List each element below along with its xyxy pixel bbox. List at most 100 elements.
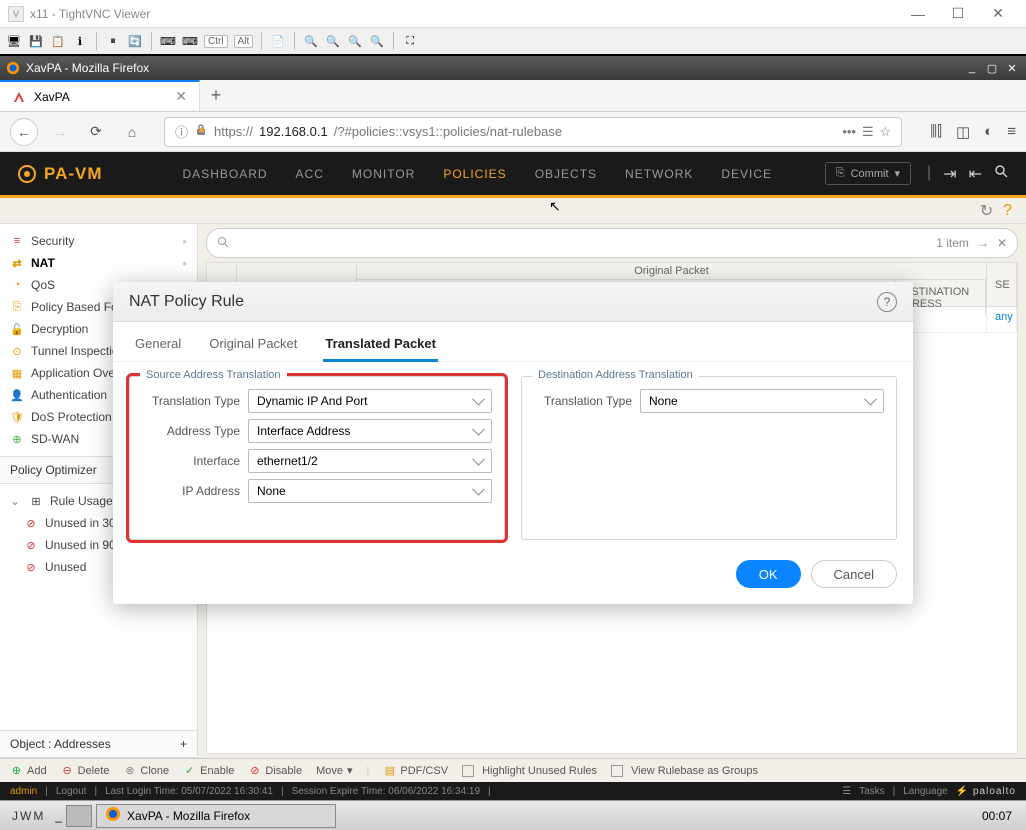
ff-maximize-button[interactable]: ▢ <box>984 62 1000 75</box>
config-icon[interactable]: ⇥ <box>943 164 956 184</box>
config2-icon[interactable]: ⇤ <box>969 164 982 184</box>
search-bar[interactable]: 1 item → ✕ <box>206 228 1018 258</box>
footer-language[interactable]: Language <box>903 786 948 797</box>
zoom-out-icon[interactable]: 🔍 <box>325 33 341 49</box>
zoom-auto-icon[interactable]: 🔍 <box>369 33 385 49</box>
sidebar-item-nat[interactable]: ⇄NAT● <box>0 252 197 274</box>
footer-tasks[interactable]: Tasks <box>859 786 885 797</box>
ff-minimize-button[interactable]: _ <box>964 62 980 74</box>
back-button[interactable]: ← <box>10 118 38 146</box>
tab-close-icon[interactable]: ✕ <box>175 88 187 105</box>
reload-button[interactable]: ⟳ <box>82 118 110 146</box>
menu-objects[interactable]: OBJECTS <box>535 167 597 181</box>
delete-button[interactable]: ⊖Delete <box>61 764 110 777</box>
add-icon[interactable]: + <box>180 737 187 751</box>
panos-topnav: PA-VM DASHBOARD ACC MONITOR POLICIES OBJ… <box>0 152 1026 198</box>
move-button[interactable]: Move▾ <box>316 764 352 777</box>
pbf-icon: ⎘ <box>10 300 24 314</box>
alt-key[interactable]: Alt <box>234 35 254 48</box>
tunnel-icon: ⊙ <box>10 344 24 358</box>
zoom-100-icon[interactable]: 🔍 <box>347 33 363 49</box>
header-original-packet: Original Packet <box>357 263 986 280</box>
page-actions-icon[interactable]: ••• <box>842 124 856 139</box>
vnc-titlebar: V x11 - TightVNC Viewer — ☐ ✕ <box>0 0 1026 28</box>
url-bar[interactable]: ⓘ https://192.168.0.1/?#policies::vsys1:… <box>164 117 902 147</box>
desktop-pager[interactable] <box>66 805 92 827</box>
menu-monitor[interactable]: MONITOR <box>352 167 415 181</box>
menu-dashboard[interactable]: DASHBOARD <box>183 167 268 181</box>
options-icon[interactable]: 📋 <box>50 33 66 49</box>
forward-button[interactable]: → <box>46 118 74 146</box>
help-icon[interactable]: ? <box>1003 202 1012 220</box>
highlight-unused-checkbox[interactable]: Highlight Unused Rules <box>462 765 597 777</box>
disable-button[interactable]: ⊘Disable <box>248 764 302 777</box>
bookmark-star-icon[interactable]: ☆ <box>880 124 892 140</box>
task-label: XavPA - Mozilla Firefox <box>127 809 250 823</box>
ok-button[interactable]: OK <box>736 560 801 588</box>
lock-warning-icon <box>194 123 208 140</box>
menu-policies[interactable]: POLICIES <box>443 167 506 181</box>
cancel-button[interactable]: Cancel <box>811 560 897 588</box>
maximize-button[interactable]: ☐ <box>938 4 978 24</box>
refresh-icon[interactable]: 🔄 <box>127 33 143 49</box>
refresh-icon[interactable]: ↻ <box>980 201 993 221</box>
sidebar-item-security[interactable]: ≡Security● <box>0 230 197 252</box>
menu-network[interactable]: NETWORK <box>625 167 693 181</box>
ff-close-button[interactable]: ✕ <box>1004 62 1020 75</box>
menu-device[interactable]: DEVICE <box>721 167 772 181</box>
add-button[interactable]: ⊕Add <box>10 764 47 777</box>
src-legend: Source Address Translation <box>140 369 287 381</box>
menu-acc[interactable]: ACC <box>296 167 324 181</box>
close-button[interactable]: ✕ <box>978 4 1018 24</box>
os-taskbar: JWM _ XavPA - Mozilla Firefox 00:07 <box>0 800 1026 830</box>
tab-translated-packet[interactable]: Translated Packet <box>323 330 438 361</box>
commit-button[interactable]: ⎘ Commit ▾ <box>825 162 911 185</box>
ctrl-key[interactable]: Ctrl <box>204 35 228 48</box>
pdf-icon: ▤ <box>383 764 396 777</box>
browser-tab[interactable]: XavPA ✕ <box>0 80 200 111</box>
zoom-in-icon[interactable]: 🔍 <box>303 33 319 49</box>
dst-translation-type-select[interactable]: None <box>640 389 884 413</box>
cad-icon[interactable]: ⌨ <box>160 33 176 49</box>
help-icon[interactable]: ? <box>877 292 897 312</box>
translation-type-select[interactable]: Dynamic IP And Port <box>248 389 492 413</box>
new-connection-icon[interactable]: 🖥 <box>6 33 22 49</box>
pdf-button[interactable]: ▤PDF/CSV <box>383 764 448 777</box>
menu-icon[interactable]: ≡ <box>1007 123 1016 140</box>
tab-general[interactable]: General <box>133 330 183 361</box>
taskbar-task-firefox[interactable]: XavPA - Mozilla Firefox <box>96 804 336 828</box>
save-icon[interactable]: 💾 <box>28 33 44 49</box>
pause-icon[interactable]: ⏸ <box>105 33 121 49</box>
cell-any[interactable]: any <box>987 307 1017 332</box>
cad2-icon[interactable]: ⌨ <box>182 33 198 49</box>
tasks-icon[interactable]: ☰ <box>842 786 851 797</box>
minimize-button[interactable]: — <box>898 4 938 24</box>
sidebar-icon[interactable]: ◫ <box>956 123 970 141</box>
account-icon[interactable]: ◐ <box>984 123 993 140</box>
jwm-menu[interactable]: JWM <box>6 807 51 825</box>
interface-select[interactable]: ethernet1/2 <box>248 449 492 473</box>
ip-address-select[interactable]: None <box>248 479 492 503</box>
footer-admin[interactable]: admin <box>10 786 37 797</box>
arrow-right-icon[interactable]: → <box>977 236 989 250</box>
view-groups-checkbox[interactable]: View Rulebase as Groups <box>611 765 758 777</box>
sb-label: DoS Protection <box>31 410 112 424</box>
sb-label: Authentication <box>31 388 107 402</box>
library-icon[interactable]: ⫼⫿ <box>930 123 942 140</box>
new-tab-button[interactable]: + <box>200 80 232 111</box>
search-icon[interactable] <box>994 164 1008 184</box>
address-type-select[interactable]: Interface Address <box>248 419 492 443</box>
footer-logout[interactable]: Logout <box>56 786 87 797</box>
clear-icon[interactable]: ✕ <box>997 236 1007 250</box>
info-icon[interactable]: ⓘ <box>175 122 188 141</box>
home-button[interactable]: ⌂ <box>118 118 146 146</box>
dst-translation-type-label: Translation Type <box>534 394 640 408</box>
reader-icon[interactable]: ☰ <box>862 124 874 140</box>
sb-label: Tunnel Inspection <box>31 344 125 358</box>
enable-button[interactable]: ✓Enable <box>183 764 234 777</box>
tab-original-packet[interactable]: Original Packet <box>207 330 299 361</box>
info-icon[interactable]: ℹ <box>72 33 88 49</box>
transfer-icon[interactable]: 📄 <box>270 33 286 49</box>
clone-button[interactable]: ⊗Clone <box>123 764 169 777</box>
fullscreen-icon[interactable]: ⛶ <box>402 33 418 49</box>
